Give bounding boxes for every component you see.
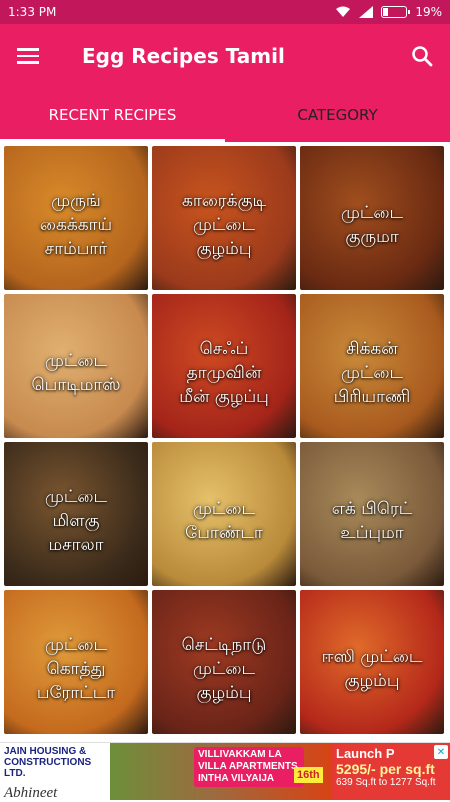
ad-close-icon[interactable]: ✕ (434, 745, 448, 759)
ad-brand-project: Abhineet (4, 785, 58, 801)
status-time: 1:33 PM (8, 5, 57, 19)
signal-icon (359, 6, 374, 18)
recipe-card[interactable]: செட்டிநாடு முட்டை குழம்பு (152, 590, 296, 734)
recipe-title: ஈஸி முட்டை குழம்பு (321, 647, 423, 691)
recipe-card[interactable]: எக் பிரெட் உப்புமா (300, 442, 444, 586)
ad-image: VILLIVAKKAM LA VILLA APARTMENTS INTHA VI… (110, 743, 332, 800)
battery-icon (381, 6, 411, 18)
tab-recent-recipes[interactable]: RECENT RECIPES (0, 88, 225, 142)
recipe-card[interactable]: முட்டை பொடிமாஸ் (4, 294, 148, 438)
recipe-card[interactable]: முட்டை குருமா (300, 146, 444, 290)
recipe-card[interactable]: காரைக்குடி முட்டை குழம்பு (152, 146, 296, 290)
recipe-title: சிக்கன் முட்டை பிரியாணி (333, 339, 411, 407)
recipe-title: செட்டிநாடு முட்டை குழம்பு (181, 635, 267, 703)
ad-launch: Launch P (336, 746, 395, 761)
recipe-title: எக் பிரெட் உப்புமா (331, 499, 413, 543)
recipe-card[interactable]: முட்டை கொத்து பரோட்டா (4, 590, 148, 734)
ad-date: 16th (294, 767, 323, 783)
recipe-title: முருங் கைக்காய் சாம்பார் (39, 191, 113, 259)
recipe-title: முட்டை குருமா (340, 203, 404, 247)
ad-brand: JAIN HOUSING & CONSTRUCTIONS LTD. Abhine… (0, 743, 110, 801)
recipe-card[interactable]: முருங் கைக்காய் சாம்பார் (4, 146, 148, 290)
recipe-grid: முருங் கைக்காய் சாம்பார் காரைக்குடி முட்ட… (4, 146, 446, 734)
ad-range: 639 Sq.ft to 1277 Sq.ft (336, 777, 436, 788)
recipe-title: முட்டை பொடிமாஸ் (31, 351, 121, 395)
ad-brand-name: JAIN HOUSING & CONSTRUCTIONS LTD. (4, 746, 92, 779)
recipe-title: செஃப் தாமுவின் மீன் குழப்பு (179, 339, 269, 407)
ad-price: 5295/- per sq.ft (336, 761, 435, 777)
app-bar: Egg Recipes Tamil (0, 24, 450, 88)
search-icon[interactable] (394, 24, 450, 88)
recipe-title: முட்டை போண்டா (185, 499, 263, 543)
app-title: Egg Recipes Tamil (82, 44, 285, 68)
status-bar: 1:33 PM 19% (0, 0, 450, 24)
ad-offer: Launch P 5295/- per sq.ft 639 Sq.ft to 1… (332, 743, 450, 800)
ad-promo-text: VILLIVAKKAM LA VILLA APARTMENTS INTHA VI… (194, 747, 304, 787)
battery-level: 19% (415, 5, 442, 19)
wifi-icon (336, 6, 351, 17)
recipe-card[interactable]: ஈஸி முட்டை குழம்பு (300, 590, 444, 734)
recipe-card[interactable]: முட்டை போண்டா (152, 442, 296, 586)
recipe-title: முட்டை மிளகு மசாலா (44, 487, 108, 555)
hamburger-menu-icon[interactable] (0, 24, 56, 88)
tab-category[interactable]: CATEGORY (225, 88, 450, 142)
tab-bar: RECENT RECIPES CATEGORY (0, 88, 450, 142)
ad-banner[interactable]: JAIN HOUSING & CONSTRUCTIONS LTD. Abhine… (0, 742, 450, 801)
recipe-card[interactable]: செஃப் தாமுவின் மீன் குழப்பு (152, 294, 296, 438)
recipe-card[interactable]: முட்டை மிளகு மசாலா (4, 442, 148, 586)
recipe-card[interactable]: சிக்கன் முட்டை பிரியாணி (300, 294, 444, 438)
status-icons: 19% (335, 5, 442, 19)
recipe-title: காரைக்குடி முட்டை குழம்பு (181, 191, 267, 259)
recipe-title: முட்டை கொத்து பரோட்டா (36, 635, 116, 703)
